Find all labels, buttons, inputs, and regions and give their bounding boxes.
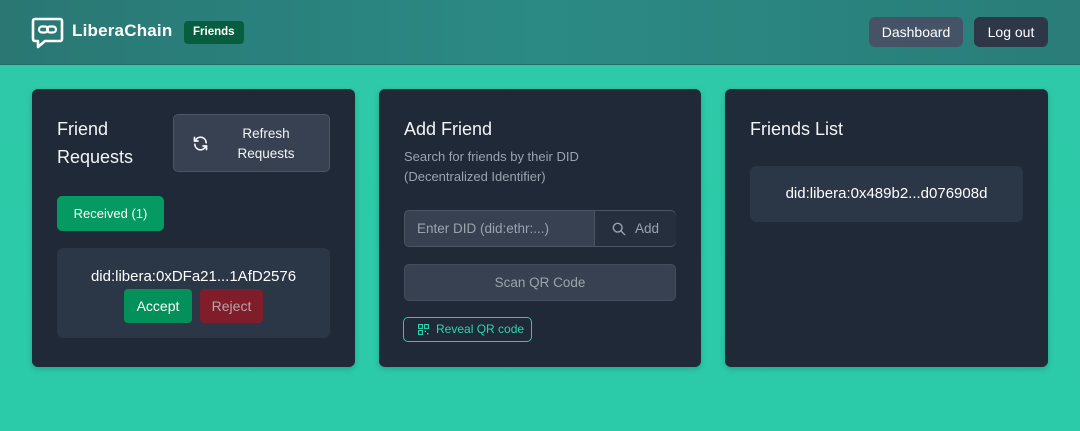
tab-received[interactable]: Received (1) (57, 196, 164, 231)
refresh-requests-label: Refresh Requests (237, 126, 295, 161)
qr-code-icon (418, 324, 429, 335)
friend-requests-card: Friend Requests Refresh Requests Receive… (32, 89, 355, 367)
search-icon (612, 222, 626, 236)
did-input[interactable] (405, 211, 594, 246)
chat-link-icon[interactable] (31, 16, 64, 49)
friend-requests-title: Friend Requests (57, 119, 134, 167)
reveal-qr-button[interactable]: Reveal QR code (403, 317, 532, 342)
friends-list-title: Friends List (750, 119, 844, 139)
accept-button[interactable]: Accept (124, 289, 192, 323)
add-label: Add (635, 221, 660, 236)
add-friend-card: Add Friend Search for friends by their D… (379, 89, 701, 367)
dashboard-button[interactable]: Dashboard (869, 17, 963, 47)
brand-name[interactable]: LiberaChain (72, 21, 172, 41)
friends-list-card: Friends List did:libera:0x489b2...d07690… (725, 89, 1048, 367)
add-friend-button[interactable]: Add (594, 211, 676, 246)
refresh-icon (193, 136, 208, 151)
request-did: did:libera:0xDFa21...1AfD2576 (90, 268, 297, 285)
did-search-group: Add (404, 210, 676, 247)
logout-button[interactable]: Log out (974, 17, 1048, 47)
add-friend-title: Add Friend (404, 119, 493, 139)
scan-qr-button[interactable]: Scan QR Code (404, 264, 676, 301)
refresh-requests-button[interactable]: Refresh Requests (173, 114, 330, 172)
reject-button[interactable]: Reject (200, 289, 263, 323)
friend-item[interactable]: did:libera:0x489b2...d076908d (750, 166, 1023, 222)
friend-request-item: did:libera:0xDFa21...1AfD2576 Accept Rej… (57, 248, 330, 338)
page-badge: Friends (184, 21, 244, 44)
reveal-qr-label: Reveal QR code (436, 322, 525, 336)
add-friend-subtitle: Search for friends by their DID (Decentr… (404, 149, 579, 184)
app-header: LiberaChain Friends Dashboard Log out (0, 0, 1080, 65)
